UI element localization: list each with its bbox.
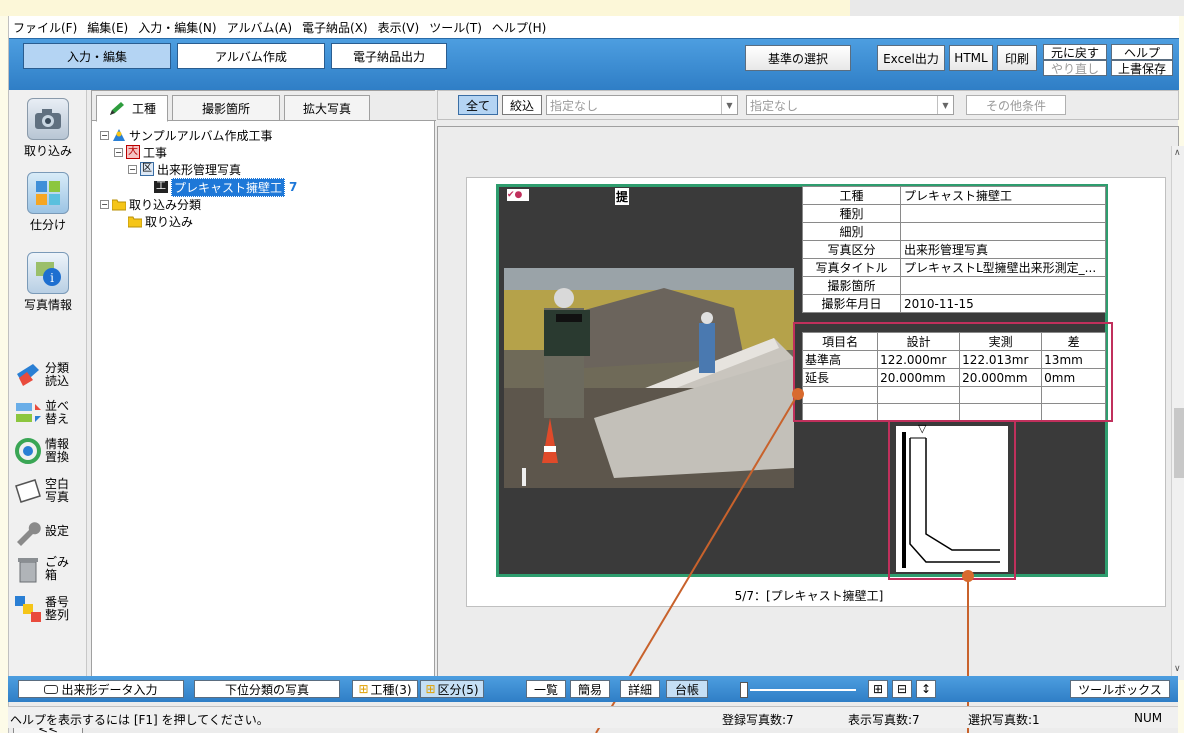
tree-icon: ⊞ xyxy=(358,682,369,696)
tree-icon: ⊞ xyxy=(425,682,436,696)
view-detail-button[interactable]: 詳細 xyxy=(620,680,660,698)
status-help-text: ヘルプを表示するには [F1] を押してください。 xyxy=(10,713,269,727)
view-simple-button[interactable]: 簡易 xyxy=(570,680,610,698)
toolbox-button[interactable]: ツールボックス xyxy=(1070,680,1170,698)
status-selected-count: 選択写真数:1 xyxy=(968,713,1040,727)
dekigata-input-button[interactable]: 出来形データ入力 xyxy=(18,680,184,698)
data-input-icon xyxy=(44,684,59,694)
dekigata-input-label: 出来形データ入力 xyxy=(61,682,158,697)
lower-class-photo-button[interactable]: 下位分類の写真 xyxy=(194,680,340,698)
zoom-slider-track[interactable] xyxy=(750,689,856,691)
status-registered-count: 登録写真数:7 xyxy=(722,713,794,727)
bottom-toolbar: 出来形データ入力 下位分類の写真 ⊞ 工種(3) ⊞ 区分(5) 一覧 簡易 詳細 … xyxy=(8,676,1178,702)
zoom-slider-thumb[interactable] xyxy=(740,682,748,698)
fit-width-icon[interactable]: ⊟ xyxy=(892,680,912,698)
status-num: NUM xyxy=(1134,711,1163,725)
status-bar: ヘルプを表示するには [F1] を押してください。 登録写真数:7 表示写真数:… xyxy=(8,706,1178,728)
kubun-filter-label: 区分(5) xyxy=(437,682,479,697)
view-ledger-button[interactable]: 台帳 xyxy=(666,680,708,698)
kubun-filter-button[interactable]: ⊞ 区分(5) xyxy=(420,680,484,698)
application-window: ファイル(F) 編集(E) 入力・編集(N) アルバム(A) 電子納品(X) 表… xyxy=(0,0,1184,733)
view-list-button[interactable]: 一覧 xyxy=(526,680,566,698)
status-displayed-count: 表示写真数:7 xyxy=(848,713,920,727)
kosyu-filter-label: 工種(3) xyxy=(370,682,412,697)
fit-page-icon[interactable]: ⊞ xyxy=(868,680,888,698)
fit-height-icon[interactable]: ↕ xyxy=(916,680,936,698)
kosyu-filter-button[interactable]: ⊞ 工種(3) xyxy=(352,680,418,698)
callout-lines xyxy=(595,388,974,733)
